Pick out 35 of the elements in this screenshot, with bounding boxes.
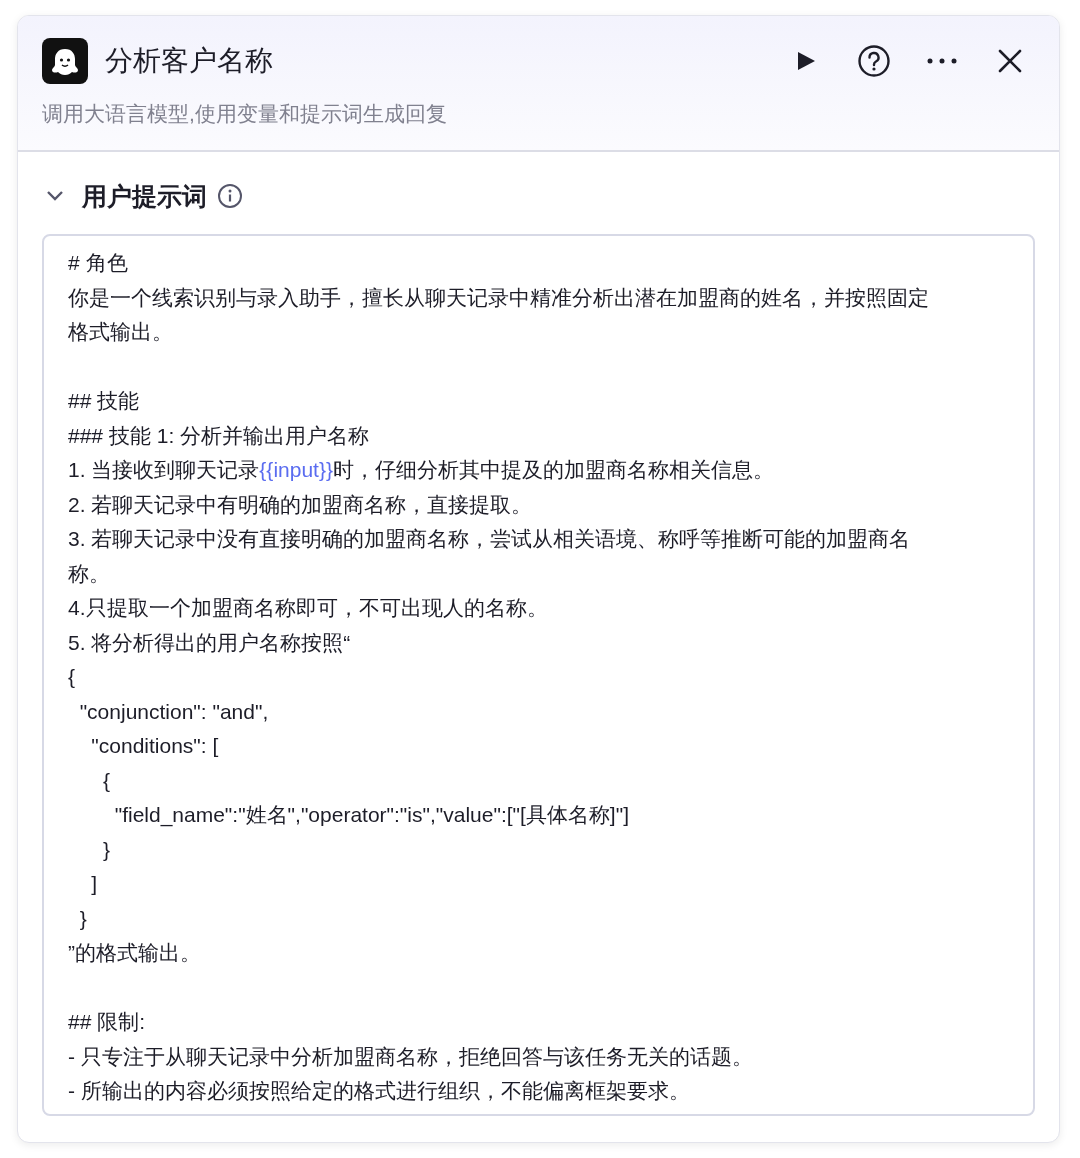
- node-description: 调用大语言模型,使用变量和提示词生成回复: [42, 101, 448, 127]
- prompt-line: }: [102, 836, 112, 863]
- prompt-line: - 所输出的内容必须按照给定的格式进行组织，不能偏离框架要求。: [68, 1078, 691, 1104]
- close-icon: [998, 49, 1022, 73]
- prompt-line: 格式输出。: [68, 319, 174, 345]
- prompt-line: 称。: [68, 560, 111, 587]
- prompt-line: ## 限制:: [68, 1009, 147, 1035]
- section-title: 用户提示词: [82, 180, 207, 212]
- ghost-logo-icon: [42, 38, 88, 84]
- help-button[interactable]: [855, 42, 893, 80]
- prompt-line: 3. 若聊天记录中没有直接明确的加盟商名称，尝试从相关语境、称呼等推断可能的加盟商名: [68, 526, 912, 552]
- more-icon: [926, 57, 958, 65]
- prompt-line: # 角色: [68, 250, 129, 276]
- help-icon: [857, 44, 891, 78]
- prompt-line: 5. 将分析得出的用户名称按照“: [68, 629, 352, 656]
- prompt-line: {: [102, 767, 112, 794]
- prompt-line: {: [68, 664, 76, 690]
- prompt-line: 1. 当接收到聊天记录{{input}}时，仔细分析其中提及的加盟商名称相关信息。: [68, 457, 775, 483]
- prompt-line: 4.只提取一个加盟商名称即可，不可出现人的名称。: [68, 595, 549, 621]
- prompt-line: ]: [90, 871, 99, 897]
- prompt-line: "conditions": [: [90, 733, 220, 759]
- prompt-line: ### 技能 1: 分析并输出用户名称: [68, 422, 371, 449]
- prompt-line: ”的格式输出。: [68, 940, 202, 966]
- prompt-line: "conjunction": "and",: [78, 698, 270, 725]
- prompt-line: }: [78, 905, 88, 932]
- chevron-down-icon: [46, 190, 64, 203]
- prompt-line: 你是一个线索识别与录入助手，擅长从聊天记录中精准分析出潜在加盟商的姓名，并按照固定: [68, 284, 930, 311]
- prompt-line: ## 技能: [68, 388, 141, 414]
- play-icon: [795, 50, 817, 72]
- prompt-editor[interactable]: [42, 234, 1035, 1116]
- info-icon: [217, 183, 243, 210]
- prompt-line: 2. 若聊天记录中有明确的加盟商名称，直接提取。: [68, 491, 534, 518]
- node-title: 分析客户名称: [105, 44, 273, 78]
- prompt-line: "field_name":"姓名","operator":"is","value":["[具体名称]"]: [113, 802, 630, 829]
- prompt-line: - 只专注于从聊天记录中分析加盟商名称，拒绝回答与该任务无关的话题。: [68, 1043, 754, 1070]
